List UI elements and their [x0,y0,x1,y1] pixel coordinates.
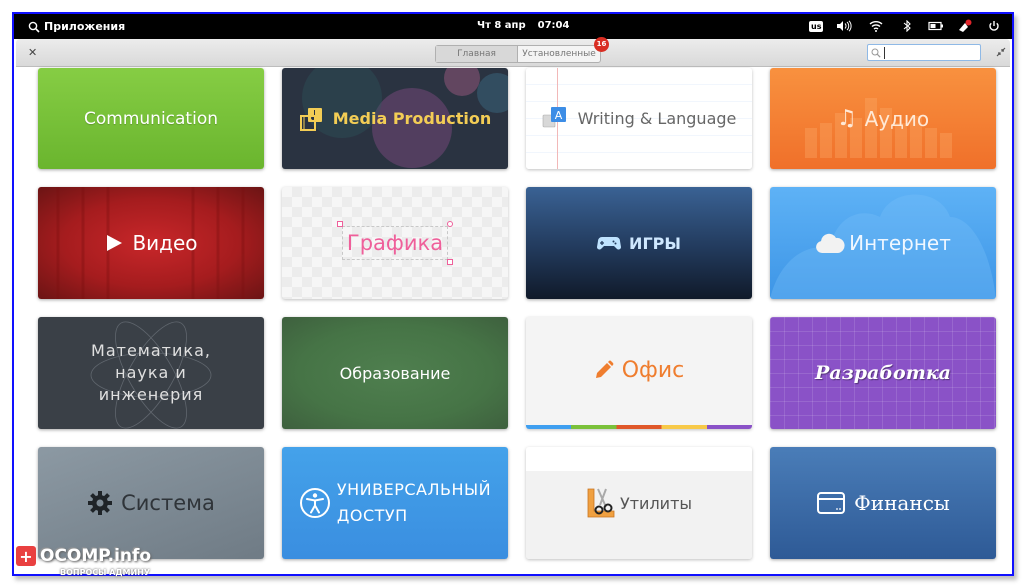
close-window-button[interactable]: ✕ [28,46,37,59]
category-graphics[interactable]: Графика [282,187,508,299]
category-label: Финансы [854,491,950,515]
media-production-icon [299,107,322,131]
category-office[interactable]: Офис [526,317,752,429]
category-utilities[interactable]: Утилиты [526,447,752,559]
session-indicator[interactable] [988,18,1000,34]
category-audio[interactable]: ♫ Аудио [770,68,996,169]
selection-box: Графика [336,221,454,265]
pencil-icon [595,360,614,378]
selection-handle [447,221,454,227]
category-label: УНИВЕРСАЛЬНЫЙ ДОСТУП [336,480,492,525]
category-label: Образование [339,363,451,383]
category-education[interactable]: Образование [282,317,508,429]
applications-menu[interactable]: Приложения [28,20,125,33]
applications-label: Приложения [44,20,126,33]
category-writing-language[interactable]: A Writing & Language [526,68,752,169]
selection-handle [447,259,454,265]
battery-indicator[interactable] [928,18,944,34]
category-media-production[interactable]: Media Production [282,68,508,169]
category-label: Система [121,491,215,515]
play-icon [107,235,123,251]
category-label: Разработка [815,362,951,384]
category-system[interactable]: Система [38,447,264,559]
category-label: Интернет [849,231,951,255]
window-headerbar: ✕ Главная Установленные 16 [16,37,1010,67]
gear-icon [88,491,113,515]
tab-home[interactable]: Главная [436,46,518,62]
watermark-plus-icon: + [16,546,36,566]
search-icon [871,48,881,58]
notifications-indicator[interactable] [957,18,973,34]
top-panel: Приложения Чт 8 апр 07:04 us [14,14,1012,39]
tab-installed-label: Установленные [522,49,596,59]
notification-bell-icon [959,19,972,32]
category-label: Видео [132,231,198,255]
cloud-icon [816,233,845,253]
keyboard-layout-label: us [809,20,824,32]
category-label: Графика [346,231,444,255]
music-note-icon: ♫ [836,106,857,131]
writing-language-icon: A [542,106,566,127]
category-video[interactable]: Видео [38,187,264,299]
bluetooth-icon [903,20,911,32]
battery-icon [928,21,943,31]
wifi-icon [869,21,883,32]
gamepad-icon [597,237,622,250]
volume-icon [837,20,852,32]
volume-indicator[interactable] [836,18,852,34]
category-development[interactable]: Разработка [770,317,996,429]
watermark-subtitle: ВОПРОСЫ АДМИНУ [60,568,151,577]
updates-count-badge: 16 [594,37,609,52]
utilities-icon [587,488,615,518]
desktop-frame: Приложения Чт 8 апр 07:04 us ✕ Главная У… [12,12,1014,576]
network-indicator[interactable] [869,18,883,34]
svg-text:A: A [554,109,562,122]
categories-grid: Communication Media Production A Writing… [16,68,1010,574]
watermark: + OCOMP.info ВОПРОСЫ АДМИНУ [16,546,152,577]
accessibility-icon [299,488,330,518]
category-label: Communication [84,108,218,129]
search-icon [28,21,40,33]
category-finance[interactable]: Финансы [770,447,996,559]
category-label: Аудио [864,106,930,131]
keyboard-layout-indicator[interactable]: us [809,18,824,34]
category-accessibility[interactable]: УНИВЕРСАЛЬНЫЙ ДОСТУП [282,447,508,559]
bluetooth-indicator[interactable] [903,18,911,34]
category-label: ИГРЫ [629,233,681,253]
category-label: Writing & Language [577,109,737,128]
date-label: Чт 8 апр [477,20,526,31]
category-label: Математика, наука и инженерия [91,341,211,404]
category-label: Утилиты [619,493,693,513]
category-science[interactable]: Математика, наука и инженерия [38,317,264,429]
clock[interactable]: Чт 8 апр 07:04 [477,20,581,31]
unmaximize-icon [996,47,1006,57]
category-communication[interactable]: Communication [38,68,264,169]
tab-installed[interactable]: Установленные 16 [518,37,609,62]
time-label: 07:04 [537,20,570,31]
search-field[interactable] [867,44,981,61]
credit-card-icon [817,492,846,514]
search-input[interactable] [884,46,974,59]
category-games[interactable]: ИГРЫ [526,187,752,299]
view-switcher: Главная Установленные 16 [435,37,609,63]
power-icon [989,21,999,31]
selection-handle [336,221,343,227]
category-label: Офис [621,357,685,383]
color-stripe [526,425,752,429]
watermark-title: OCOMP.info [40,546,152,566]
category-internet[interactable]: Интернет [770,187,996,299]
unmaximize-button[interactable] [996,47,1006,60]
category-label: Media Production [332,109,492,128]
